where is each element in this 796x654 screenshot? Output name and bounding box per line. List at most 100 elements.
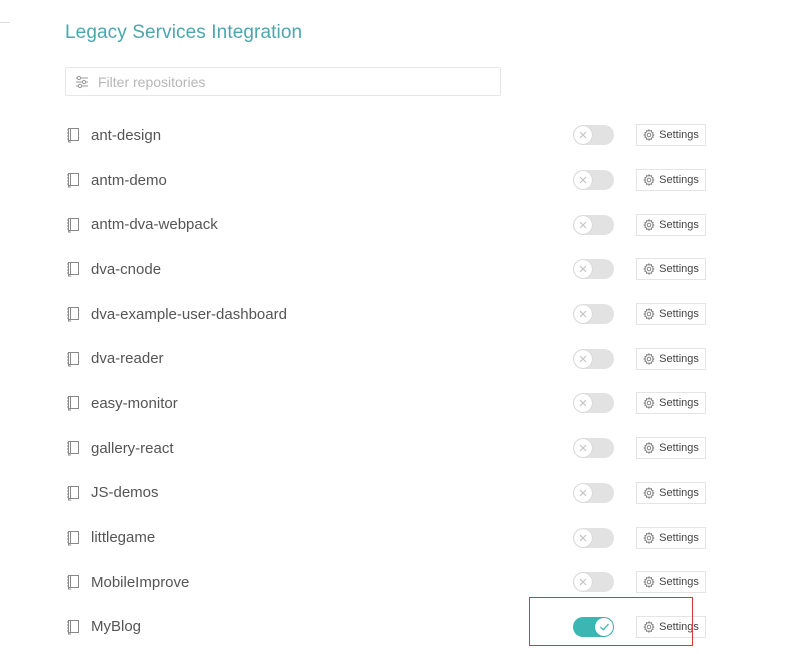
x-icon: [579, 265, 587, 273]
x-icon: [579, 131, 587, 139]
gear-icon: [643, 129, 655, 142]
gear-icon: [643, 174, 655, 187]
repo-name: dva-example-user-dashboard: [91, 305, 287, 323]
repo-row-mobileimprove: MobileImprove Settings: [65, 560, 710, 605]
repo-toggle[interactable]: [573, 616, 614, 637]
book-icon: [65, 350, 81, 368]
filter-box[interactable]: [65, 67, 501, 96]
settings-label: Settings: [659, 352, 699, 365]
settings-label: Settings: [659, 263, 699, 276]
repo-row-ant-design: ant-design Settings: [65, 113, 710, 158]
settings-button[interactable]: Settings: [636, 437, 706, 460]
repo-name: ant-design: [91, 126, 162, 144]
toggle-knob: [574, 394, 592, 413]
toggle-knob: [595, 617, 613, 636]
repo-toggle[interactable]: [573, 393, 614, 414]
repo-row-dva-cnode: dva-cnode Settings: [65, 247, 710, 292]
book-icon: [65, 216, 81, 234]
repo-row-dva-reader: dva-reader Settings: [65, 336, 710, 381]
divider: [0, 22, 10, 23]
x-icon: [579, 534, 587, 541]
x-icon: [579, 578, 587, 586]
settings-button[interactable]: Settings: [636, 526, 706, 549]
settings-button[interactable]: Settings: [636, 303, 706, 326]
settings-label: Settings: [659, 129, 699, 142]
book-icon: [65, 529, 81, 547]
x-icon: [579, 355, 587, 363]
filter-input[interactable]: [96, 68, 500, 95]
repo-list: ant-design Settings antm-demo Settings a…: [65, 113, 710, 649]
settings-button[interactable]: Settings: [636, 571, 706, 594]
repo-toggle[interactable]: [573, 259, 614, 280]
book-icon: [65, 305, 81, 323]
settings-button[interactable]: Settings: [636, 481, 706, 504]
gear-icon: [643, 576, 655, 589]
toggle-knob: [574, 528, 592, 547]
gear-icon: [643, 352, 655, 365]
x-icon: [579, 444, 587, 452]
settings-button[interactable]: Settings: [636, 615, 706, 638]
repo-row-myblog: MyBlog Settings: [65, 605, 710, 650]
toggle-knob: [574, 439, 592, 458]
settings-button[interactable]: Settings: [636, 258, 706, 281]
page-title: Legacy Services Integration: [65, 22, 303, 43]
repo-row-js-demos: JS-demos Settings: [65, 471, 710, 516]
settings-label: Settings: [659, 442, 699, 455]
x-icon: [579, 489, 587, 497]
toggle-knob: [574, 215, 592, 234]
repo-toggle[interactable]: [573, 572, 614, 593]
repo-row-antm-dva-webpack: antm-dva-webpack Settings: [65, 202, 710, 247]
repo-name: gallery-react: [91, 439, 174, 457]
sliders-icon: [74, 74, 90, 90]
repo-toggle[interactable]: [573, 170, 614, 191]
repo-name: easy-monitor: [91, 394, 178, 412]
book-icon: [65, 439, 81, 457]
toggle-knob: [574, 305, 592, 324]
repo-name: dva-cnode: [91, 260, 162, 278]
repo-toggle[interactable]: [573, 438, 614, 459]
repo-name: MyBlog: [91, 618, 142, 636]
gear-icon: [643, 486, 655, 499]
toggle-knob: [574, 573, 592, 592]
repo-name: JS-demos: [91, 484, 159, 502]
repo-toggle[interactable]: [573, 527, 614, 548]
toggle-knob: [574, 171, 592, 190]
book-icon: [65, 573, 81, 591]
book-icon: [65, 618, 81, 636]
settings-button[interactable]: Settings: [636, 124, 706, 147]
repo-row-littlegame: littlegame Settings: [65, 515, 710, 560]
repo-name: MobileImprove: [91, 573, 190, 591]
x-icon: [579, 310, 587, 318]
repo-toggle[interactable]: [573, 482, 614, 503]
check-icon: [599, 623, 609, 631]
book-icon: [65, 126, 81, 144]
settings-button[interactable]: Settings: [636, 169, 706, 192]
gear-icon: [643, 218, 655, 231]
gear-icon: [643, 531, 655, 544]
book-icon: [65, 171, 81, 189]
toggle-knob: [574, 349, 592, 368]
repo-row-gallery-react: gallery-react Settings: [65, 426, 710, 471]
repo-toggle[interactable]: [573, 304, 614, 325]
toggle-knob: [574, 260, 592, 279]
settings-button[interactable]: Settings: [636, 392, 706, 415]
repo-row-easy-monitor: easy-monitor Settings: [65, 381, 710, 426]
book-icon: [65, 260, 81, 278]
settings-label: Settings: [659, 620, 699, 633]
toggle-knob: [574, 483, 592, 502]
repo-name: antm-demo: [91, 171, 167, 189]
repo-toggle[interactable]: [573, 348, 614, 369]
repo-name: dva-reader: [91, 350, 164, 368]
repo-toggle[interactable]: [573, 125, 614, 146]
settings-button[interactable]: Settings: [636, 347, 706, 370]
settings-button[interactable]: Settings: [636, 213, 706, 236]
page: Legacy Services Integration Filter repos…: [0, 0, 796, 654]
gear-icon: [643, 263, 655, 276]
gear-icon: [643, 308, 655, 321]
settings-label: Settings: [659, 576, 699, 589]
repo-row-antm-demo: antm-demo Settings: [65, 158, 710, 203]
settings-label: Settings: [659, 397, 699, 410]
repo-toggle[interactable]: [573, 214, 614, 235]
toggle-knob: [574, 126, 592, 145]
book-icon: [65, 484, 81, 502]
